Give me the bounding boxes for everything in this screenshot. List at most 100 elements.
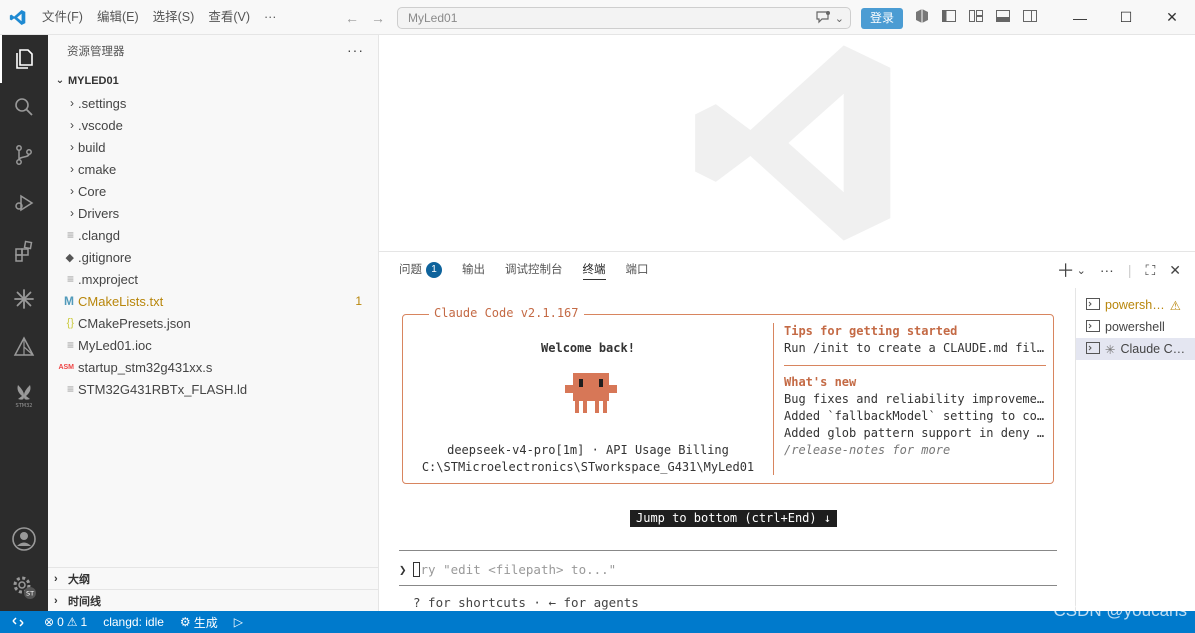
chevron-down-icon[interactable]: ⌄ — [1077, 264, 1086, 277]
box-divider — [773, 323, 774, 475]
search-icon[interactable] — [0, 83, 48, 131]
tree-folder[interactable]: › Core — [48, 180, 378, 202]
build-label: 生成 — [193, 615, 218, 630]
tree-file[interactable]: ≡ .clangd — [48, 224, 378, 246]
tree-file[interactable]: ASM startup_stm32g431xx.s — [48, 356, 378, 378]
menu-edit[interactable]: 编辑(E) — [90, 0, 146, 35]
run-debug-icon[interactable] — [0, 179, 48, 227]
file-icon: ≡ — [66, 338, 74, 352]
divider: | — [1127, 262, 1132, 278]
minimize-icon[interactable]: — — [1057, 0, 1103, 35]
tree-item-label: build — [78, 139, 106, 155]
outline-section[interactable]: › 大纲 — [48, 567, 379, 589]
tree-file[interactable]: {} CMakePresets.json — [48, 312, 378, 334]
command-center[interactable]: MyLed01 ⌄ — [397, 7, 851, 29]
account-icon[interactable] — [0, 515, 48, 563]
new-terminal-icon[interactable]: ＋ — [1057, 257, 1075, 283]
panel-tabs: 问题 1 输出 调试控制台 终端 端口 — [399, 252, 649, 288]
stm32-icon[interactable]: STM32 — [0, 371, 48, 419]
tree-file[interactable]: M CMakeLists.txt 1 — [48, 290, 378, 312]
explorer-sidebar: 资源管理器 ··· ⌄ MYLED01 › .settings › .vscode › b… — [48, 35, 379, 611]
terminal-item-powershell-1[interactable]: powersh… ⚠ — [1076, 294, 1195, 316]
build-button[interactable]: ⚙ 生成 — [172, 611, 226, 633]
welcome-text: Welcome back! — [541, 341, 635, 355]
tree-file[interactable]: ◆ .gitignore — [48, 246, 378, 268]
tree-folder[interactable]: › build — [48, 136, 378, 158]
tree-item-label: .settings — [78, 95, 127, 111]
terminal-list: powersh… ⚠ powershell ✳ Claude C… — [1075, 288, 1195, 612]
layout-icon[interactable] — [968, 8, 984, 27]
clangd-status[interactable]: clangd: idle — [95, 611, 172, 633]
menu-more[interactable]: ··· — [257, 0, 284, 35]
error-count: 0 — [57, 615, 64, 629]
release-notes-line: /release-notes for more — [784, 443, 951, 457]
gear-icon: ⚙ — [179, 615, 191, 629]
login-button[interactable]: 登录 — [861, 8, 903, 29]
tree-file[interactable]: ≡ STM32G431RBTx_FLASH.ld — [48, 378, 378, 400]
tree-file[interactable]: ≡ .mxproject — [48, 268, 378, 290]
shortcuts-hint: ? for shortcuts · ← for agents — [413, 595, 639, 610]
chevron-right-icon: › — [54, 572, 58, 585]
maximize-icon[interactable]: ☐ — [1103, 0, 1149, 35]
menu-file[interactable]: 文件(F) — [35, 0, 90, 35]
menu-selection[interactable]: 选择(S) — [146, 0, 202, 35]
maximize-panel-icon[interactable]: ⛶ — [1145, 262, 1155, 279]
text-cursor — [412, 561, 420, 577]
extensions-icon[interactable] — [0, 227, 48, 275]
explorer-icon[interactable] — [0, 35, 48, 83]
cmake-icon[interactable] — [0, 323, 48, 371]
divider — [784, 365, 1046, 366]
chat-icon[interactable] — [815, 10, 831, 27]
tree-folder[interactable]: › .vscode — [48, 114, 378, 136]
chevron-right-icon: › — [70, 118, 74, 132]
tab-terminal[interactable]: 终端 — [582, 252, 606, 288]
close-icon[interactable]: ✕ — [1149, 0, 1195, 35]
terminal-item-powershell-2[interactable]: powershell — [1076, 316, 1195, 338]
prompt-placeholder: ry "edit <filepath> to..." — [420, 561, 617, 577]
problems-status[interactable]: ⊗ 0 ⚠ 1 — [36, 611, 95, 633]
tree-item-label: startup_stm32g431xx.s — [78, 359, 213, 375]
tree-item-label: .vscode — [78, 117, 123, 133]
jump-to-bottom-button[interactable]: Jump to bottom (ctrl+End) ↓ — [630, 510, 838, 527]
tips-heading: Tips for getting started — [784, 324, 958, 338]
cube-icon[interactable] — [914, 8, 930, 27]
sidebar-more-button[interactable]: ··· — [347, 35, 364, 70]
tab-problems[interactable]: 问题 1 — [399, 252, 442, 288]
vscode-logo-icon[interactable] — [0, 0, 35, 35]
terminal-icon — [1086, 297, 1100, 314]
menu-view[interactable]: 查看(V) — [201, 0, 257, 35]
timeline-section[interactable]: › 时间线 — [48, 589, 379, 611]
run-icon[interactable]: ▷ — [226, 611, 251, 633]
tab-output[interactable]: 输出 — [462, 252, 485, 288]
toggle-sidebar-icon[interactable] — [941, 8, 957, 27]
terminal-item-claude[interactable]: ✳ Claude C… — [1076, 338, 1195, 360]
tree-item-label: .mxproject — [78, 271, 138, 287]
claude-mascot-icon — [565, 373, 617, 413]
bottom-panel: 问题 1 输出 调试控制台 终端 端口 ＋ ⌄ ··· | ⛶ ✕ Claude… — [379, 251, 1195, 612]
tree-file[interactable]: ≡ MyLed01.ioc — [48, 334, 378, 356]
editor-area[interactable] — [379, 35, 1195, 251]
cmake-file-icon: M — [64, 294, 74, 308]
toggle-panel-icon[interactable] — [995, 8, 1011, 27]
tab-ports[interactable]: 端口 — [626, 252, 649, 288]
whats-new-heading: What's new — [784, 375, 857, 389]
tree-folder[interactable]: › Drivers — [48, 202, 378, 224]
tab-debug-console[interactable]: 调试控制台 — [505, 252, 563, 288]
claude-prompt-input[interactable]: ❯ ry "edit <filepath> to..." — [399, 560, 616, 578]
workspace-root[interactable]: ⌄ MYLED01 — [52, 70, 119, 92]
source-control-icon[interactable] — [0, 131, 48, 179]
toggle-secondary-sidebar-icon[interactable] — [1022, 8, 1038, 27]
tree-folder[interactable]: › .settings — [48, 92, 378, 114]
whats-new-line: Bug fixes and reliability improvemen… — [784, 392, 1046, 406]
close-panel-icon[interactable]: ✕ — [1169, 262, 1181, 279]
remote-icon[interactable] — [0, 611, 36, 633]
back-arrow-icon[interactable]: ← — [345, 10, 359, 26]
claude-sparkle-icon[interactable] — [0, 275, 48, 323]
tree-folder[interactable]: › cmake — [48, 158, 378, 180]
search-text: MyLed01 — [408, 11, 458, 25]
more-actions-icon[interactable]: ··· — [1100, 262, 1114, 278]
chevron-down-icon[interactable]: ⌄ — [835, 12, 844, 25]
forward-arrow-icon[interactable]: → — [371, 10, 385, 26]
settings-gear-icon[interactable]: ST — [0, 563, 48, 611]
terminal-content[interactable]: Claude Code v2.1.167 Welcome back! deeps… — [379, 288, 1075, 612]
